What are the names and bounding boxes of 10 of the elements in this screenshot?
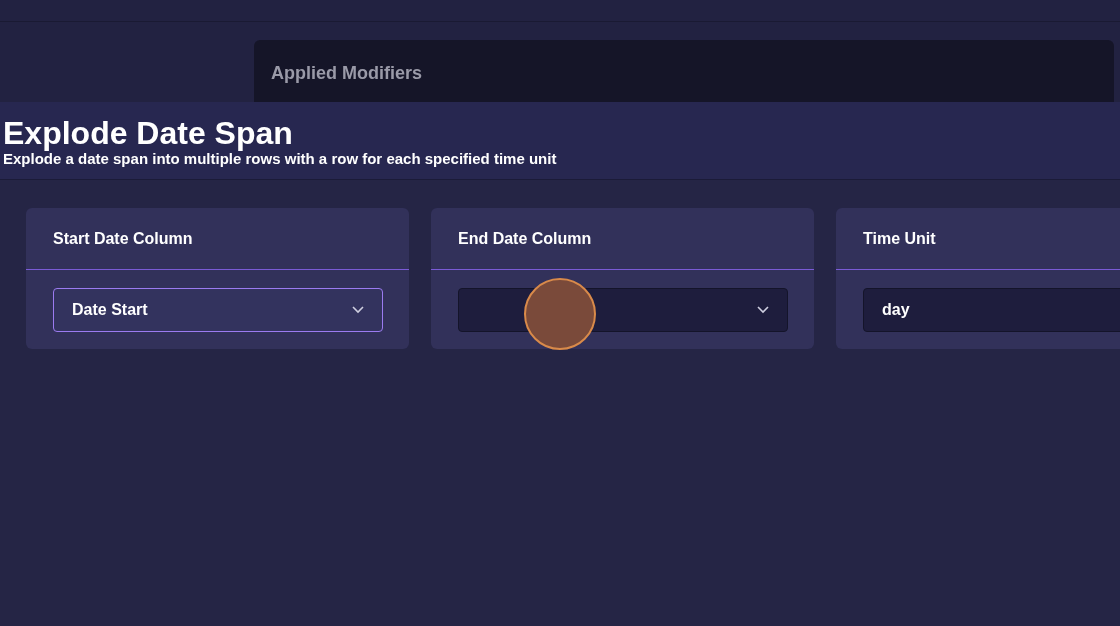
field-label: Time Unit <box>863 228 936 249</box>
field-label: End Date Column <box>458 228 592 249</box>
panel-title: Applied Modifiers <box>271 63 422 83</box>
select-field[interactable]: day <box>863 288 1120 332</box>
chevron-down-icon <box>757 306 769 314</box>
modifier-description: Explode a date span into multiple rows with a row for each specified time unit <box>3 150 558 168</box>
modifier-title: Explode Date Span <box>3 116 294 150</box>
field-label: Start Date Column <box>53 228 193 249</box>
chevron-down-icon <box>352 306 364 314</box>
select-field[interactable]: Date Start <box>53 288 383 332</box>
